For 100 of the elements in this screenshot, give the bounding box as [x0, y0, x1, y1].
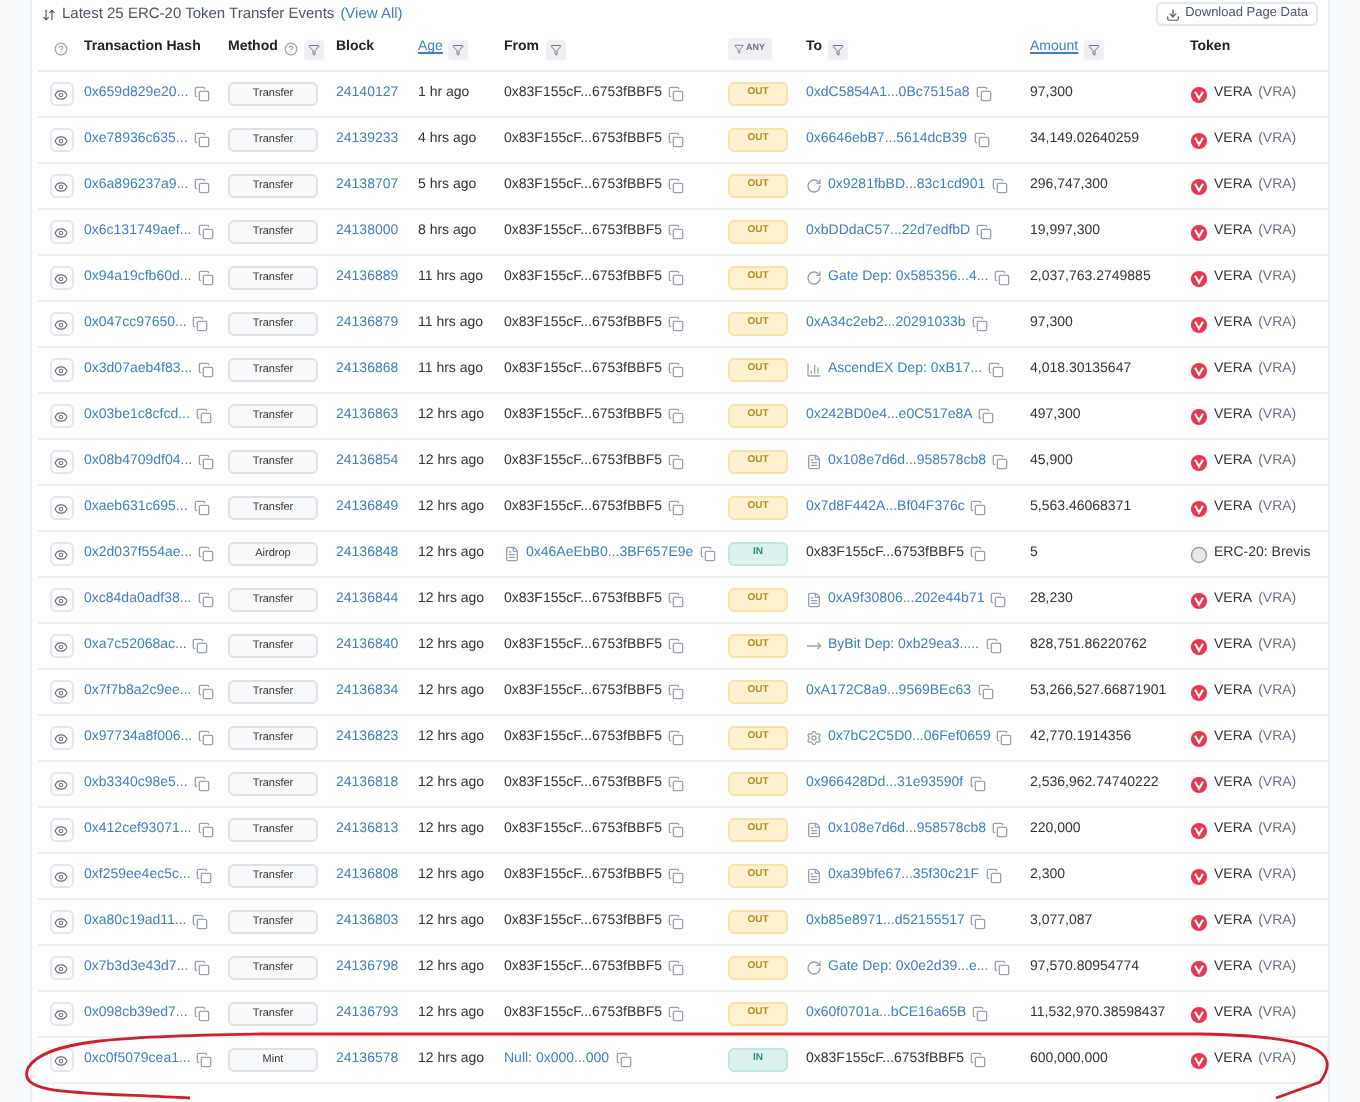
copy-icon[interactable]	[668, 776, 684, 792]
filter-button[interactable]	[303, 39, 324, 59]
copy-icon[interactable]	[197, 822, 214, 838]
view-details-button[interactable]	[49, 634, 73, 658]
copy-icon[interactable]	[668, 362, 684, 378]
copy-icon[interactable]	[970, 1052, 986, 1068]
copy-icon[interactable]	[985, 868, 1002, 884]
copy-icon[interactable]	[668, 86, 684, 102]
view-details-button[interactable]	[49, 358, 73, 382]
view-details-button[interactable]	[49, 1048, 73, 1072]
copy-icon[interactable]	[996, 730, 1013, 746]
copy-icon[interactable]	[192, 316, 209, 332]
filter-icon	[1088, 43, 1101, 55]
copy-icon[interactable]	[194, 86, 211, 102]
copy-icon[interactable]	[973, 132, 990, 148]
copy-icon[interactable]	[991, 178, 1008, 194]
view-details-button[interactable]	[49, 496, 73, 520]
copy-icon[interactable]	[994, 960, 1011, 976]
view-details-button[interactable]	[49, 588, 73, 612]
download-icon	[1165, 7, 1180, 21]
copy-icon[interactable]	[992, 454, 1009, 470]
copy-icon[interactable]	[668, 638, 684, 654]
filter-button[interactable]	[828, 39, 849, 59]
copy-icon[interactable]	[970, 914, 987, 930]
copy-icon[interactable]	[975, 86, 992, 102]
copy-icon[interactable]	[668, 454, 684, 470]
copy-icon[interactable]	[971, 316, 988, 332]
view-details-button[interactable]	[49, 266, 73, 290]
copy-icon[interactable]	[197, 684, 214, 700]
copy-icon[interactable]	[615, 1052, 632, 1068]
view-details-button[interactable]	[49, 312, 73, 336]
view-details-button[interactable]	[49, 128, 73, 152]
copy-icon[interactable]	[977, 684, 994, 700]
view-details-button[interactable]	[49, 1002, 73, 1026]
copy-icon[interactable]	[992, 822, 1009, 838]
view-details-button[interactable]	[49, 404, 73, 428]
copy-icon[interactable]	[668, 1006, 684, 1022]
view-details-button[interactable]	[49, 772, 73, 796]
copy-icon[interactable]	[668, 730, 684, 746]
view-details-button[interactable]	[49, 818, 73, 842]
copy-icon[interactable]	[990, 592, 1007, 608]
copy-icon[interactable]	[193, 500, 210, 516]
copy-icon[interactable]	[197, 592, 214, 608]
copy-icon[interactable]	[668, 960, 684, 976]
eye-icon	[54, 501, 68, 515]
filter-button[interactable]	[545, 39, 565, 59]
copy-icon[interactable]	[668, 270, 684, 286]
copy-icon[interactable]	[668, 224, 684, 240]
copy-icon[interactable]	[668, 914, 684, 930]
view-details-button[interactable]	[49, 956, 73, 980]
copy-icon[interactable]	[978, 408, 995, 424]
view-details-button[interactable]	[49, 680, 73, 704]
copy-icon[interactable]	[668, 822, 684, 838]
copy-icon[interactable]	[668, 684, 684, 700]
copy-icon[interactable]	[972, 1006, 989, 1022]
copy-icon[interactable]	[196, 868, 213, 884]
filter-button[interactable]	[1084, 39, 1105, 59]
copy-icon[interactable]	[668, 500, 684, 516]
view-details-button[interactable]	[49, 864, 73, 888]
copy-icon[interactable]	[196, 1052, 213, 1068]
view-details-button[interactable]	[49, 542, 73, 566]
view-details-button[interactable]	[49, 82, 73, 106]
copy-icon[interactable]	[197, 270, 214, 286]
circular-arrow-icon	[806, 960, 822, 976]
copy-icon[interactable]	[985, 638, 1001, 654]
view-details-button[interactable]	[49, 174, 73, 198]
copy-icon[interactable]	[668, 316, 684, 332]
copy-icon[interactable]	[988, 362, 1005, 378]
copy-icon[interactable]	[193, 132, 210, 148]
copy-icon[interactable]	[193, 1006, 210, 1022]
copy-icon[interactable]	[976, 224, 993, 240]
copy-icon[interactable]	[198, 362, 215, 378]
copy-icon[interactable]	[668, 868, 684, 884]
copy-icon[interactable]	[970, 500, 987, 516]
token-logo-icon	[1190, 821, 1208, 839]
copy-icon[interactable]	[197, 224, 214, 240]
view-details-button[interactable]	[49, 450, 73, 474]
copy-icon[interactable]	[970, 546, 986, 562]
filter-button[interactable]	[448, 39, 469, 59]
copy-icon[interactable]	[668, 592, 684, 608]
copy-icon[interactable]	[994, 270, 1011, 286]
copy-icon[interactable]	[192, 638, 209, 654]
copy-icon[interactable]	[969, 776, 986, 792]
copy-icon[interactable]	[198, 546, 215, 562]
copy-icon[interactable]	[193, 776, 210, 792]
copy-icon[interactable]	[668, 408, 684, 424]
copy-icon[interactable]	[668, 132, 684, 148]
token-logo-icon	[1190, 545, 1208, 563]
copy-icon[interactable]	[192, 914, 209, 930]
token-logo-icon	[1190, 85, 1208, 103]
copy-icon[interactable]	[198, 730, 215, 746]
copy-icon[interactable]	[198, 454, 215, 470]
copy-icon[interactable]	[195, 408, 212, 424]
view-details-button[interactable]	[49, 220, 73, 244]
copy-icon[interactable]	[194, 178, 211, 194]
copy-icon[interactable]	[194, 960, 211, 976]
view-details-button[interactable]	[49, 726, 73, 750]
copy-icon[interactable]	[699, 546, 716, 562]
copy-icon[interactable]	[668, 178, 684, 194]
view-details-button[interactable]	[49, 910, 73, 934]
